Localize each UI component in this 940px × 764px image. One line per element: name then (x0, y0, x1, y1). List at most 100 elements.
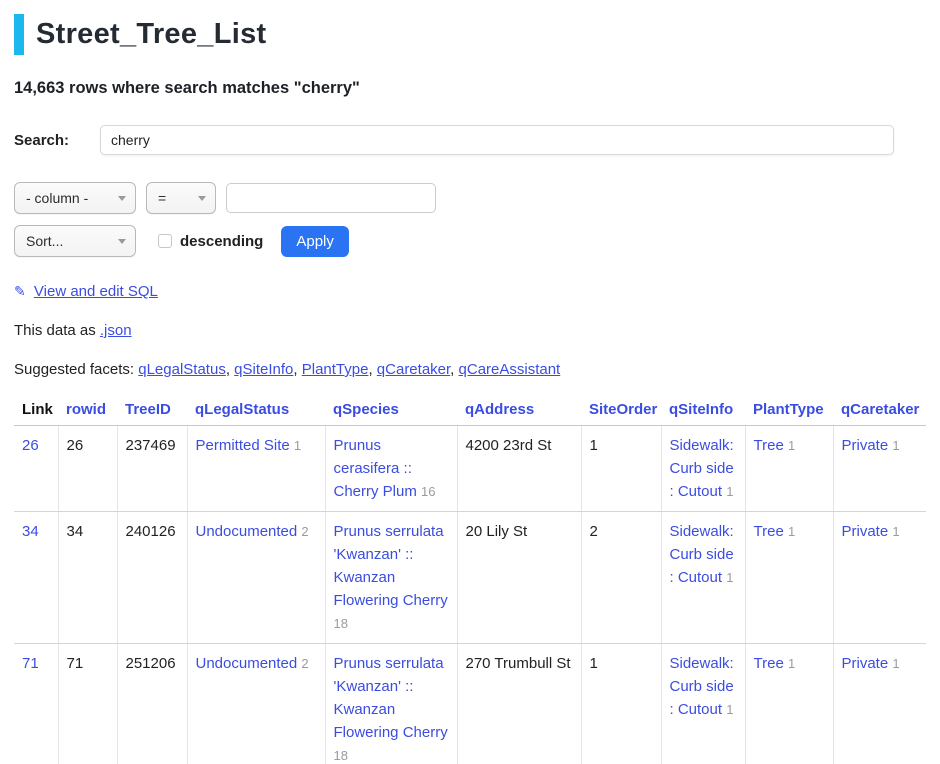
sort-row: Sort... descending Apply (14, 225, 926, 257)
table-row: 3434240126Undocumented 2Prunus serrulata… (14, 512, 926, 644)
cell-qSpecies: Prunus serrulata 'Kwanzan' :: Kwanzan Fl… (325, 512, 457, 644)
json-link[interactable]: .json (100, 322, 132, 339)
row-link[interactable]: 34 (22, 523, 39, 540)
apply-button[interactable]: Apply (281, 226, 349, 257)
facet-link-qCaretaker[interactable]: qCaretaker (377, 361, 450, 378)
cell-treeid: 251206 (117, 644, 187, 764)
column-header-rowid[interactable]: rowid (58, 399, 117, 426)
facet-value-link[interactable]: Prunus serrulata 'Kwanzan' :: Kwanzan Fl… (334, 655, 448, 741)
column-header-qAddress[interactable]: qAddress (457, 399, 581, 426)
facet-count: 1 (726, 484, 733, 499)
column-header-siteOrder[interactable]: SiteOrder (581, 399, 661, 426)
cell-plantType: Tree 1 (745, 644, 833, 764)
filter-value-input[interactable] (226, 183, 436, 213)
column-header-link-qAddress[interactable]: qAddress (465, 401, 534, 418)
cell-qLegalStatus: Permitted Site 1 (187, 426, 325, 512)
facet-value-link[interactable]: Private (842, 437, 889, 454)
column-header-link-qLegalStatus[interactable]: qLegalStatus (195, 401, 289, 418)
results-table: Link rowid TreeID qLegalStatus qSpecies qAddr… (14, 399, 926, 764)
row-link[interactable]: 71 (22, 655, 39, 672)
sql-line: ✎ View and edit SQL (14, 283, 926, 300)
facet-link-qSiteInfo[interactable]: qSiteInfo (234, 361, 293, 378)
facet-value-link[interactable]: Tree (754, 655, 784, 672)
cell-qSiteInfo: Sidewalk: Curb side : Cutout 1 (661, 644, 745, 764)
table-row: 2626237469Permitted Site 1Prunus cerasif… (14, 426, 926, 512)
facet-count: 18 (334, 748, 348, 763)
cell-qAddress: 270 Trumbull St (457, 644, 581, 764)
descending-checkbox[interactable] (158, 234, 172, 248)
column-header-link-qCaretaker[interactable]: qCaretaker (841, 401, 919, 418)
column-header-link-siteOrder[interactable]: SiteOrder (589, 401, 657, 418)
facet-value-link[interactable]: Prunus serrulata 'Kwanzan' :: Kwanzan Fl… (334, 523, 448, 609)
column-header-link-rowid[interactable]: rowid (66, 401, 106, 418)
column-header-qCaretaker[interactable]: qCaretaker (833, 399, 926, 426)
view-edit-sql-link[interactable]: View and edit SQL (34, 283, 158, 300)
cell-link[interactable]: 71 (14, 644, 58, 764)
facet-count: 2 (301, 524, 308, 539)
facet-count: 1 (892, 524, 899, 539)
facet-value-link[interactable]: Prunus cerasifera :: Cherry Plum (334, 437, 417, 500)
search-label: Search: (14, 132, 100, 149)
cell-link[interactable]: 34 (14, 512, 58, 644)
column-header-plantType[interactable]: PlantType (745, 399, 833, 426)
column-header-link: Link (14, 399, 58, 426)
chevron-down-icon (198, 196, 206, 201)
column-header-qSpecies[interactable]: qSpecies (325, 399, 457, 426)
cell-qSiteInfo: Sidewalk: Curb side : Cutout 1 (661, 512, 745, 644)
facet-value-link[interactable]: Permitted Site (196, 437, 290, 454)
facet-count: 1 (892, 438, 899, 453)
column-header-link-treeid[interactable]: TreeID (125, 401, 171, 418)
page-header: Street_Tree_List (14, 14, 926, 55)
facet-links: qLegalStatus, qSiteInfo, PlantType, qCar… (138, 361, 560, 378)
cell-siteOrder: 1 (581, 426, 661, 512)
facet-value-link[interactable]: Undocumented (196, 523, 298, 540)
column-header-link-plantType[interactable]: PlantType (753, 401, 824, 418)
filter-operator-select-value: = (158, 190, 166, 206)
sort-select[interactable]: Sort... (14, 225, 136, 257)
table-header-row: Link rowid TreeID qLegalStatus qSpecies qAddr… (14, 399, 926, 426)
column-header-treeid[interactable]: TreeID (117, 399, 187, 426)
facet-value-link[interactable]: Sidewalk: Curb side : Cutout (670, 437, 734, 500)
facet-link-qLegalStatus[interactable]: qLegalStatus (138, 361, 226, 378)
cell-qCaretaker: Private 1 (833, 426, 926, 512)
facet-value-link[interactable]: Sidewalk: Curb side : Cutout (670, 655, 734, 718)
filter-column-select[interactable]: - column - (14, 182, 136, 214)
facet-count: 1 (788, 656, 795, 671)
page-title: Street_Tree_List (36, 18, 266, 51)
cell-rowid: 71 (58, 644, 117, 764)
accent-bar (14, 14, 24, 55)
column-header-qLegalStatus[interactable]: qLegalStatus (187, 399, 325, 426)
cell-rowid: 26 (58, 426, 117, 512)
facet-link-PlantType[interactable]: PlantType (302, 361, 369, 378)
facet-value-link[interactable]: Private (842, 523, 889, 540)
chevron-down-icon (118, 239, 126, 244)
column-header-link-qSpecies[interactable]: qSpecies (333, 401, 399, 418)
table-body: 2626237469Permitted Site 1Prunus cerasif… (14, 426, 926, 764)
facet-count: 1 (726, 702, 733, 717)
cell-qAddress: 20 Lily St (457, 512, 581, 644)
cell-qSpecies: Prunus serrulata 'Kwanzan' :: Kwanzan Fl… (325, 644, 457, 764)
facet-value-link[interactable]: Tree (754, 523, 784, 540)
cell-link[interactable]: 26 (14, 426, 58, 512)
row-count-summary: 14,663 rows where search matches "cherry… (14, 79, 926, 98)
filter-operator-select[interactable]: = (146, 182, 216, 214)
cell-siteOrder: 2 (581, 512, 661, 644)
facet-value-link[interactable]: Private (842, 655, 889, 672)
facet-value-link[interactable]: Sidewalk: Curb side : Cutout (670, 523, 734, 586)
facet-value-link[interactable]: Tree (754, 437, 784, 454)
cell-plantType: Tree 1 (745, 426, 833, 512)
column-header-link-qSiteInfo[interactable]: qSiteInfo (669, 401, 733, 418)
sort-select-value: Sort... (26, 233, 63, 249)
data-export-line: This data as .json (14, 322, 926, 339)
cell-qCaretaker: Private 1 (833, 512, 926, 644)
facet-value-link[interactable]: Undocumented (196, 655, 298, 672)
cell-qAddress: 4200 23rd St (457, 426, 581, 512)
search-input[interactable] (100, 125, 894, 155)
chevron-down-icon (118, 196, 126, 201)
cell-treeid: 240126 (117, 512, 187, 644)
row-link[interactable]: 26 (22, 437, 39, 454)
cell-qSpecies: Prunus cerasifera :: Cherry Plum 16 (325, 426, 457, 512)
column-header-qSiteInfo[interactable]: qSiteInfo (661, 399, 745, 426)
facet-link-qCareAssistant[interactable]: qCareAssistant (459, 361, 561, 378)
facet-count: 1 (788, 524, 795, 539)
